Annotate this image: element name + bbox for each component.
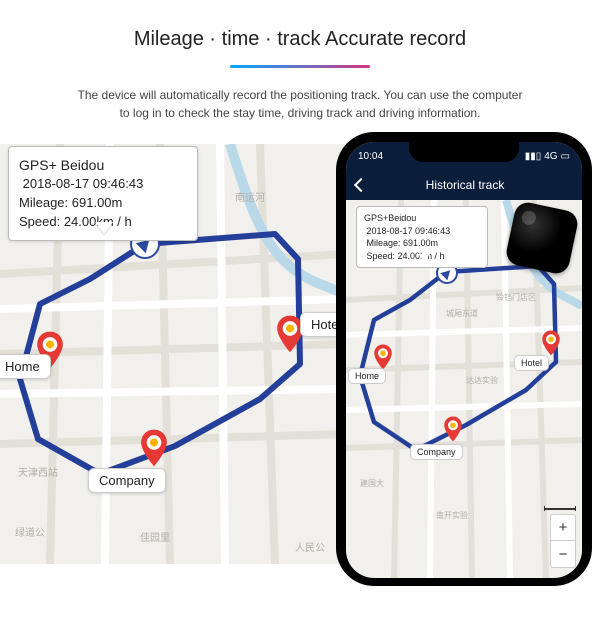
nav-bar: Historical track bbox=[346, 170, 582, 200]
gradient-divider bbox=[230, 65, 370, 68]
map-label: 城厢东道 bbox=[446, 308, 478, 319]
phone-pin-company-label: Company bbox=[410, 444, 463, 460]
map-label: 达达实验 bbox=[466, 375, 498, 386]
page-subtitle: The device will automatically record the… bbox=[0, 86, 600, 122]
page-title: Mileage · time · track Accurate record bbox=[0, 28, 600, 51]
phone-infobox-mileage: Mileage: 691.00m bbox=[364, 237, 480, 250]
map-label: 人民公 bbox=[295, 539, 325, 554]
gps-device-image bbox=[504, 200, 580, 276]
phone-pin-company[interactable] bbox=[438, 414, 468, 444]
phone-map[interactable]: 城厢东道 铃铛门店区 达达实验 建国大 南开实验 Hotel Home Comp… bbox=[346, 200, 582, 578]
infobox-pointer bbox=[95, 222, 113, 234]
subtitle-line: to log in to check the stay time, drivin… bbox=[120, 106, 481, 120]
network-label: 4G bbox=[544, 151, 557, 162]
phone-pin-hotel[interactable] bbox=[536, 328, 566, 358]
pin-home-label: Home bbox=[0, 354, 51, 379]
overview-map[interactable]: 南运河 天津西站 人民公 佳园里 绿道公 Hotel Home Company … bbox=[0, 144, 345, 564]
map-label: 南开实验 bbox=[436, 510, 468, 521]
phone-screen: 10:04 ▮▮▯ 4G ▭ Historical track bbox=[346, 142, 582, 578]
phone-infobox-timestamp: 2018-08-17 09:46:43 bbox=[364, 225, 480, 238]
pin-company-label: Company bbox=[88, 468, 166, 493]
phone-pin-home-label: Home bbox=[348, 368, 386, 384]
infobox-timestamp: 2018-08-17 09:46:43 bbox=[19, 175, 187, 194]
map-label: 佳园里 bbox=[140, 529, 170, 544]
map-label: 铃铛门店区 bbox=[496, 292, 536, 303]
figure-area: 南运河 天津西站 人民公 佳园里 绿道公 Hotel Home Company … bbox=[0, 136, 600, 586]
zoom-control: + − bbox=[550, 514, 576, 568]
nav-title: Historical track bbox=[358, 178, 572, 192]
phone-notch bbox=[409, 142, 519, 162]
subtitle-line: The device will automatically record the… bbox=[78, 88, 523, 102]
zoom-out-button[interactable]: − bbox=[551, 541, 575, 567]
map-label: 天津西站 bbox=[18, 464, 58, 479]
infobox-mode: GPS+ Beidou bbox=[19, 155, 187, 175]
pin-company[interactable] bbox=[132, 426, 176, 470]
map-label: 南运河 bbox=[235, 189, 265, 204]
scale-bar bbox=[544, 508, 576, 510]
map-label: 建国大 bbox=[360, 478, 384, 489]
phone-infobox-pointer bbox=[418, 254, 430, 262]
battery-icon: ▭ bbox=[561, 151, 570, 162]
status-time: 10:04 bbox=[358, 151, 383, 162]
phone-infobox-mode: GPS+Beidou bbox=[364, 212, 480, 225]
signal-icon: ▮▮▯ bbox=[525, 151, 542, 162]
phone-pin-hotel-label: Hotel bbox=[514, 355, 549, 371]
infobox-mileage: Mileage: 691.00m bbox=[19, 194, 187, 213]
phone-mockup: 10:04 ▮▮▯ 4G ▭ Historical track bbox=[336, 132, 592, 586]
map-label: 绿道公 bbox=[15, 524, 45, 539]
zoom-in-button[interactable]: + bbox=[551, 515, 575, 541]
